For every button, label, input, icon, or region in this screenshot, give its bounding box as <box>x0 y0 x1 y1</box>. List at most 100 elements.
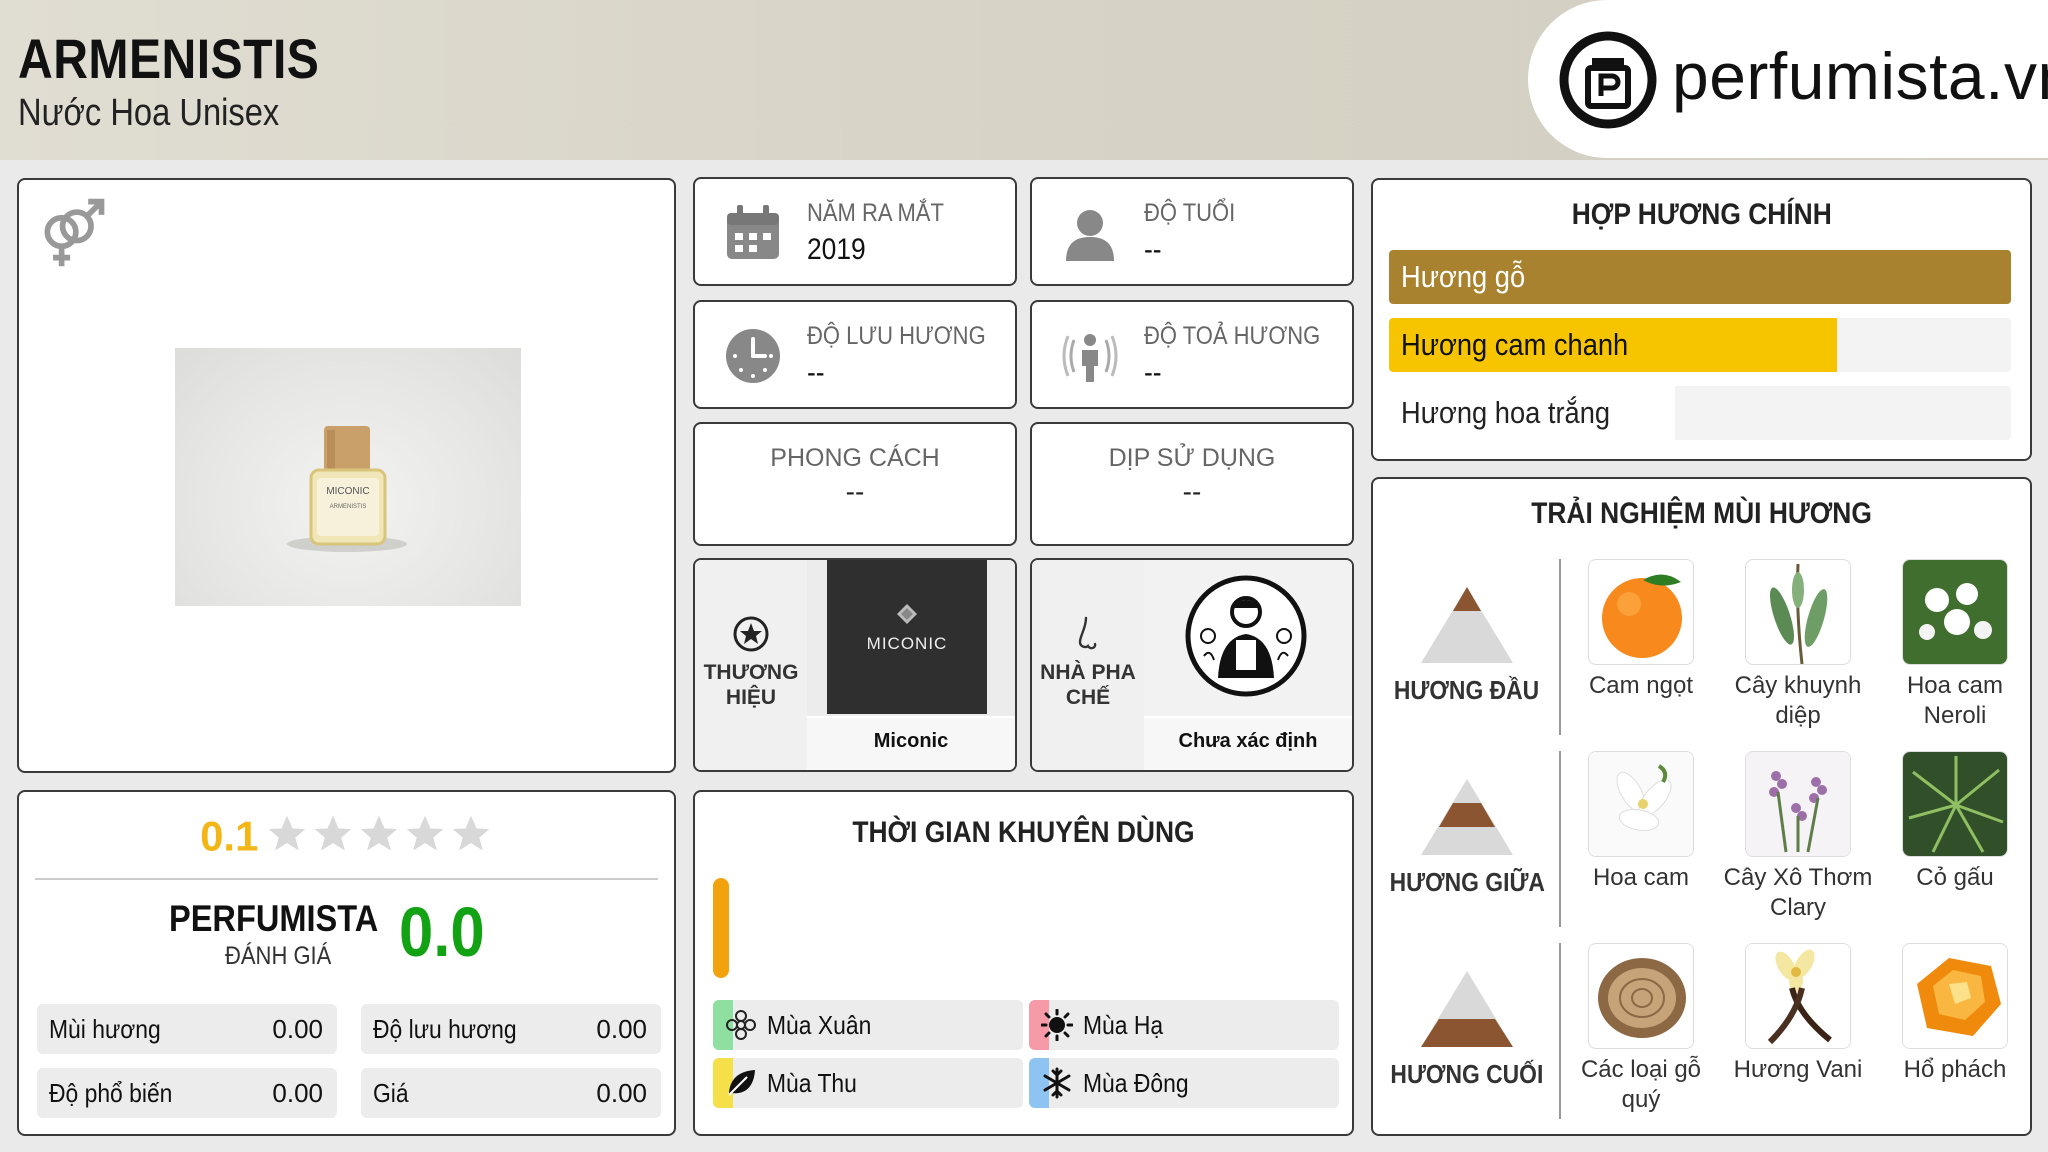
brand-logo: MICONIC <box>827 560 987 714</box>
tier-base-notes: HƯƠNG CUỐI <box>1373 969 1561 1090</box>
scent-radiate-icon <box>1062 334 1118 382</box>
star-icon[interactable] <box>311 812 355 856</box>
style-label: PHONG CÁCH <box>770 444 940 472</box>
season-summer: Mùa Hạ <box>1029 1000 1339 1050</box>
perfumista-score-value: 0.0 <box>399 893 485 971</box>
star-icon[interactable] <box>357 812 401 856</box>
bottle-brand-text: MICONIC <box>326 486 369 497</box>
page-subtitle: Nước Hoa Unisex <box>18 92 280 134</box>
bottle-name-text: ARMENISTIS <box>330 504 367 510</box>
note-item[interactable]: Cam ngọt <box>1566 559 1716 701</box>
user-rating-value: 0.1 <box>200 812 259 860</box>
style-value: -- <box>845 476 865 507</box>
brand-card[interactable]: THƯƠNG HIỆU MICONIC Miconic <box>693 558 1017 772</box>
note-name: Hổ phách <box>1903 1056 2007 1083</box>
main-accords-title: HỢP HƯƠNG CHÍNH <box>1373 198 2030 232</box>
occasion-card: DỊP SỬ DỤNG -- <box>1030 422 1354 546</box>
release-year-card: NĂM RA MẮT 2019 <box>693 177 1017 286</box>
note-item[interactable]: Hoa cam <box>1566 751 1716 893</box>
note-item[interactable]: Cây khuynh diệp <box>1723 559 1873 731</box>
perfumista-label: PERFUMISTA <box>169 898 407 940</box>
note-item[interactable]: Các loại gỗ quý <box>1566 943 1716 1115</box>
metric-popularity: Độ phổ biến 0.00 <box>37 1068 337 1118</box>
sillage-label: ĐỘ TOẢ HƯƠNG <box>1144 322 1321 350</box>
note-name: Cam ngọt <box>1588 672 1694 699</box>
metric-label: Giá <box>373 1078 409 1108</box>
perfumer-card[interactable]: NHÀ PHA CHẾ Chưa xác định <box>1030 558 1354 772</box>
accord-row: Hương gỗ <box>1389 250 2011 304</box>
note-item[interactable]: Cây Xô Thơm Clary <box>1723 751 1873 923</box>
occasion-value: -- <box>1182 476 1202 507</box>
star-icon[interactable] <box>449 812 493 856</box>
star-icon[interactable] <box>403 812 447 856</box>
product-image-panel: MICONIC ARMENISTIS <box>17 178 676 773</box>
metric-label: Độ phổ biến <box>49 1078 173 1108</box>
perfume-bottle-logo-icon <box>1559 31 1657 129</box>
unisex-gender-icon <box>44 198 105 267</box>
tier-label: HƯƠNG CUỐI <box>1390 1059 1544 1089</box>
vanilla-note-image <box>1745 943 1851 1049</box>
recommended-time-title-text: THỜI GIAN KHUYÊN DÙNG <box>852 816 1195 849</box>
recommended-time-title: THỜI GIAN KHUYÊN DÙNG <box>695 816 1352 850</box>
metric-value: 0.00 <box>272 1078 323 1108</box>
star-icon[interactable] <box>265 812 309 856</box>
brand-logo-area: MICONIC <box>807 560 1015 716</box>
accord-label: Hương gỗ <box>1401 259 1542 295</box>
product-photo: MICONIC ARMENISTIS <box>175 348 521 606</box>
season-label: Mùa Đông <box>1083 1068 1189 1098</box>
note-item[interactable]: Cỏ gấu <box>1880 751 2030 893</box>
note-name: Hoa cam <box>1592 864 1690 891</box>
age-label: ĐỘ TUỔI <box>1144 199 1236 227</box>
style-card: PHONG CÁCH -- <box>693 422 1017 546</box>
tier-label: HƯƠNG ĐẦU <box>1394 675 1540 705</box>
note-item[interactable]: Hương Vani <box>1723 943 1873 1085</box>
main-accords-panel: HỢP HƯƠNG CHÍNH Hương gỗ Hương cam chanh H… <box>1371 178 2032 461</box>
person-icon <box>1066 210 1114 261</box>
tier-top-notes: HƯƠNG ĐẦU <box>1373 585 1561 706</box>
rating-stars[interactable] <box>263 812 493 861</box>
metric-value: 0.00 <box>272 1014 323 1044</box>
main-accords-title-text: HỢP HƯƠNG CHÍNH <box>1571 198 1832 231</box>
tier-divider <box>1559 943 1561 1119</box>
accord-label: Hương hoa trắng <box>1401 395 1639 431</box>
metric-longevity: Độ lưu hương 0.00 <box>361 1004 661 1054</box>
perfumer-name: Chưa xác định <box>1144 718 1352 770</box>
page-title: ARMENISTIS <box>18 27 320 90</box>
metric-label: Độ lưu hương <box>373 1014 517 1044</box>
accord-label-text: Hương hoa trắng <box>1401 395 1611 430</box>
clary-sage-note-image <box>1745 751 1851 857</box>
season-autumn: Mùa Thu <box>713 1058 1023 1108</box>
sun-icon <box>1041 1009 1073 1041</box>
tier-divider <box>1559 751 1561 927</box>
star-badge-icon <box>733 616 769 652</box>
note-name: Cây Xô Thơm Clary <box>1723 864 1873 921</box>
note-name: Cây khuynh diệp <box>1734 672 1862 729</box>
season-label: Mùa Thu <box>767 1068 857 1098</box>
nose-icon <box>1078 616 1097 650</box>
note-item[interactable]: Hoa cam Neroli <box>1880 559 2030 731</box>
metric-scent: Mùi hương 0.00 <box>37 1004 337 1054</box>
precious-woods-note-image <box>1588 943 1694 1049</box>
sillage-value: -- <box>1144 356 1162 389</box>
note-name: Hoa cam Neroli <box>1906 672 2004 729</box>
note-name: Các loại gỗ quý <box>1580 1056 1702 1113</box>
metric-value: 0.00 <box>596 1014 647 1044</box>
season-spring: Mùa Xuân <box>713 1000 1023 1050</box>
perfumer-avatar-icon <box>1185 575 1307 697</box>
rating-divider <box>35 878 658 880</box>
release-year-label: NĂM RA MẮT <box>807 199 944 227</box>
site-logo[interactable]: perfumista.vn <box>1528 0 2048 158</box>
tier-divider <box>1559 559 1561 735</box>
accord-label-text: Hương gỗ <box>1401 259 1526 294</box>
perfumer-label-section: NHÀ PHA CHẾ <box>1032 560 1144 770</box>
metric-label: Mùi hương <box>49 1014 161 1044</box>
neroli-note-image <box>1902 559 2008 665</box>
season-winter: Mùa Đông <box>1029 1058 1339 1108</box>
accord-row: Hương hoa trắng <box>1389 386 2011 440</box>
scent-notes-title: TRẢI NGHIỆM MÙI HƯƠNG <box>1373 497 2030 531</box>
metric-value: 0.00 <box>596 1078 647 1108</box>
season-label: Mùa Hạ <box>1083 1010 1164 1040</box>
note-item[interactable]: Hổ phách <box>1880 943 2030 1085</box>
accord-label-text: Hương cam chanh <box>1401 327 1629 362</box>
note-name: Cỏ gấu <box>1916 864 1994 891</box>
